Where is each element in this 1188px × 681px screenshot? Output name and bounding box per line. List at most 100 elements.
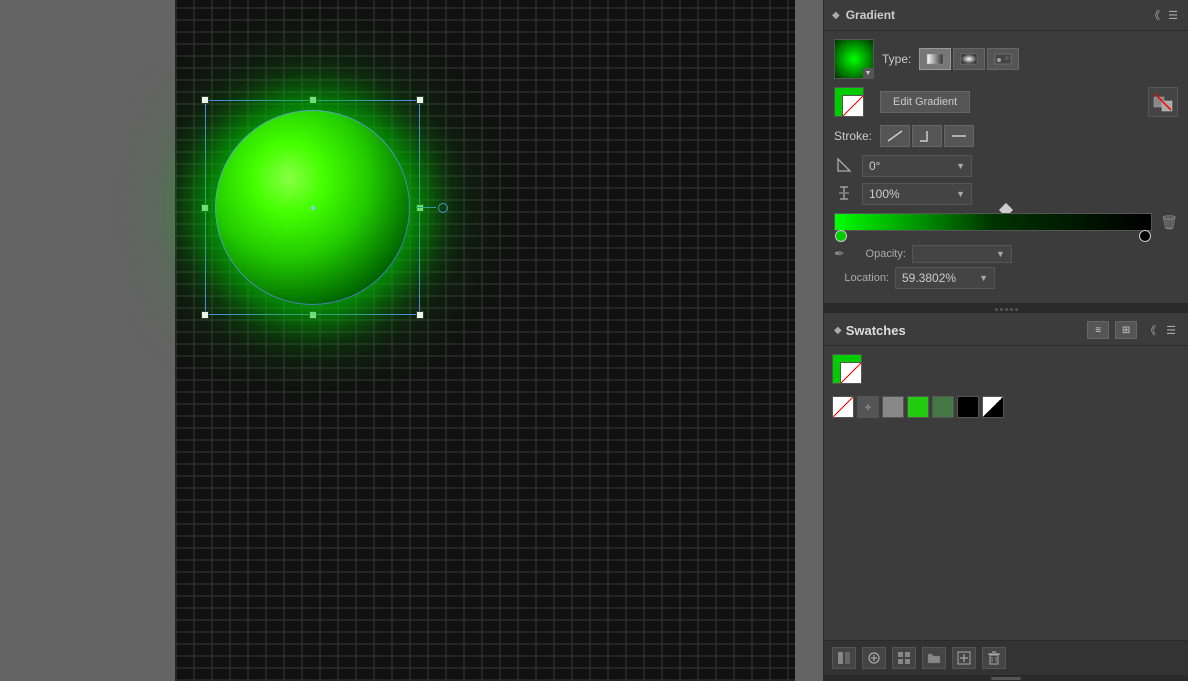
location-value: 59.3802% xyxy=(902,271,956,285)
stroke-btn-3[interactable] xyxy=(944,125,974,147)
footer-import-btn[interactable] xyxy=(862,647,886,669)
handle-bottom-left[interactable] xyxy=(201,311,209,319)
gradient-body: ▼ Type: xyxy=(824,31,1188,303)
swatches-menu-icon[interactable]: ☰ xyxy=(1164,323,1178,338)
swatches-header: ◆ Swatches ≡ ⊞ 《 ☰ xyxy=(824,313,1188,346)
selected-swatch-overlay[interactable] xyxy=(840,362,862,384)
color-edit-row: Edit Gradient xyxy=(834,87,1178,117)
angle-row: 0° ▼ xyxy=(834,155,1178,177)
gradient-collapse-icon[interactable]: ◆ xyxy=(832,10,840,21)
grip-dot-2 xyxy=(1000,308,1003,311)
opacity-row: ✒ Opacity: ▼ xyxy=(834,245,1178,263)
swatches-bottom-grip[interactable] xyxy=(824,675,1188,681)
delete-stop-icon[interactable]: 🗑 xyxy=(1160,214,1178,231)
grip-dot-1 xyxy=(995,308,998,311)
stroke-label: Stroke: xyxy=(834,129,872,143)
swatches-grid: ✛ xyxy=(832,396,1180,418)
footer-libraries-btn[interactable] xyxy=(832,647,856,669)
location-row: Location: 59.3802% ▼ xyxy=(834,267,1178,289)
type-btn-freeform[interactable] xyxy=(987,48,1019,70)
swatch-item-white-black[interactable] xyxy=(982,396,1004,418)
stroke-buttons xyxy=(880,125,974,147)
grip-dot-3 xyxy=(1005,308,1008,311)
location-dropdown[interactable]: 59.3802% ▼ xyxy=(895,267,995,289)
swatches-body: ✛ xyxy=(824,346,1188,640)
handle-bottom-center[interactable] xyxy=(309,311,317,319)
swatch-item-gray[interactable] xyxy=(882,396,904,418)
swatch-item-registration[interactable]: ✛ xyxy=(857,396,879,418)
location-label: Location: xyxy=(834,272,889,284)
gradient-double-left-arrow[interactable]: 《 xyxy=(1147,6,1162,24)
scale-row: 100% ▼ xyxy=(834,183,1178,205)
gradient-menu-icon[interactable]: ☰ xyxy=(1166,8,1180,23)
resize-grip[interactable] xyxy=(824,305,1188,313)
handle-top-right[interactable] xyxy=(416,96,424,104)
swatches-double-left-arrow[interactable]: 《 xyxy=(1143,321,1158,339)
swatch-item-green-dark[interactable] xyxy=(932,396,954,418)
footer-new-swatch-btn[interactable] xyxy=(952,647,976,669)
opacity-dropdown[interactable]: ▼ xyxy=(912,245,1012,263)
eyedropper-icon[interactable]: ✒ xyxy=(834,246,845,262)
swatch-item-black[interactable] xyxy=(957,396,979,418)
selected-swatch-stack xyxy=(832,354,868,390)
swatches-grid-view-btn[interactable]: ⊞ xyxy=(1115,321,1137,339)
scale-dropdown[interactable]: 100% ▼ xyxy=(862,183,972,205)
type-buttons xyxy=(919,48,1019,70)
handle-top-left[interactable] xyxy=(201,96,209,104)
scale-dropdown-arrow: ▼ xyxy=(956,189,965,199)
type-btn-linear[interactable] xyxy=(919,48,951,70)
grip-dot-4 xyxy=(1010,308,1013,311)
swatches-scroll-indicator xyxy=(991,677,1021,680)
gradient-stop-right[interactable] xyxy=(1139,230,1151,242)
swatches-title-row: ◆ Swatches xyxy=(834,323,906,338)
handle-mid-left[interactable] xyxy=(201,204,209,212)
swatches-selected-row xyxy=(832,354,1180,390)
stroke-btn-1[interactable] xyxy=(880,125,910,147)
gradient-panel-arrows: 《 ☰ xyxy=(1147,6,1180,24)
angle-dropdown[interactable]: 0° ▼ xyxy=(862,155,972,177)
rotation-line xyxy=(416,207,436,208)
footer-delete-swatch-btn[interactable] xyxy=(982,647,1006,669)
gradient-stop-left[interactable] xyxy=(835,230,847,242)
handle-top-center[interactable] xyxy=(309,96,317,104)
swatches-collapse-icon[interactable]: ◆ xyxy=(834,325,842,336)
angle-icon xyxy=(834,157,854,176)
grip-dot-5 xyxy=(1015,308,1018,311)
handle-bottom-right[interactable] xyxy=(416,311,424,319)
edit-gradient-button[interactable]: Edit Gradient xyxy=(880,91,970,113)
swap-icon-wrapper xyxy=(1148,87,1178,117)
opacity-dropdown-arrow: ▼ xyxy=(996,249,1005,259)
opacity-label: Opacity: xyxy=(851,248,906,260)
canvas-area xyxy=(0,0,823,681)
swatches-list-view-btn[interactable]: ≡ xyxy=(1087,321,1109,339)
gradient-panel-header: ◆ Gradient 《 ☰ xyxy=(824,0,1188,31)
rotation-handle[interactable] xyxy=(416,203,448,213)
gradient-bar[interactable] xyxy=(834,213,1152,231)
fill-color-stack xyxy=(834,87,864,117)
gradient-preview-thumb[interactable]: ▼ xyxy=(834,39,874,79)
sphere-container xyxy=(210,105,415,310)
swap-colors-icon[interactable] xyxy=(1148,87,1178,117)
gradient-bar-wrapper xyxy=(834,213,1152,231)
type-btn-radial[interactable] xyxy=(953,48,985,70)
gradient-title-row: ◆ Gradient xyxy=(832,8,895,22)
footer-folder-btn[interactable] xyxy=(922,647,946,669)
swatch-item-none[interactable] xyxy=(832,396,854,418)
thumb-dropdown-arrow[interactable]: ▼ xyxy=(863,68,873,78)
angle-dropdown-arrow: ▼ xyxy=(956,161,965,171)
stroke-color-swatch-overlay[interactable] xyxy=(842,95,864,117)
selection-area[interactable] xyxy=(205,100,420,315)
swatches-header-right: ≡ ⊞ 《 ☰ xyxy=(1087,321,1178,339)
type-label: Type: xyxy=(882,52,911,66)
scale-icon xyxy=(834,185,854,204)
rotation-circle[interactable] xyxy=(438,203,448,213)
gradient-panel-title: Gradient xyxy=(846,8,895,22)
footer-swatch-group-btn[interactable] xyxy=(892,647,916,669)
scale-value: 100% xyxy=(869,187,900,201)
swatch-item-green[interactable] xyxy=(907,396,929,418)
grip-dots xyxy=(995,308,1018,311)
gradient-thumb-wrapper: ▼ xyxy=(834,39,874,79)
gradient-bar-container: 🗑 xyxy=(834,213,1178,231)
swatches-panel: ◆ Swatches ≡ ⊞ 《 ☰ xyxy=(824,313,1188,681)
stroke-btn-2[interactable] xyxy=(912,125,942,147)
